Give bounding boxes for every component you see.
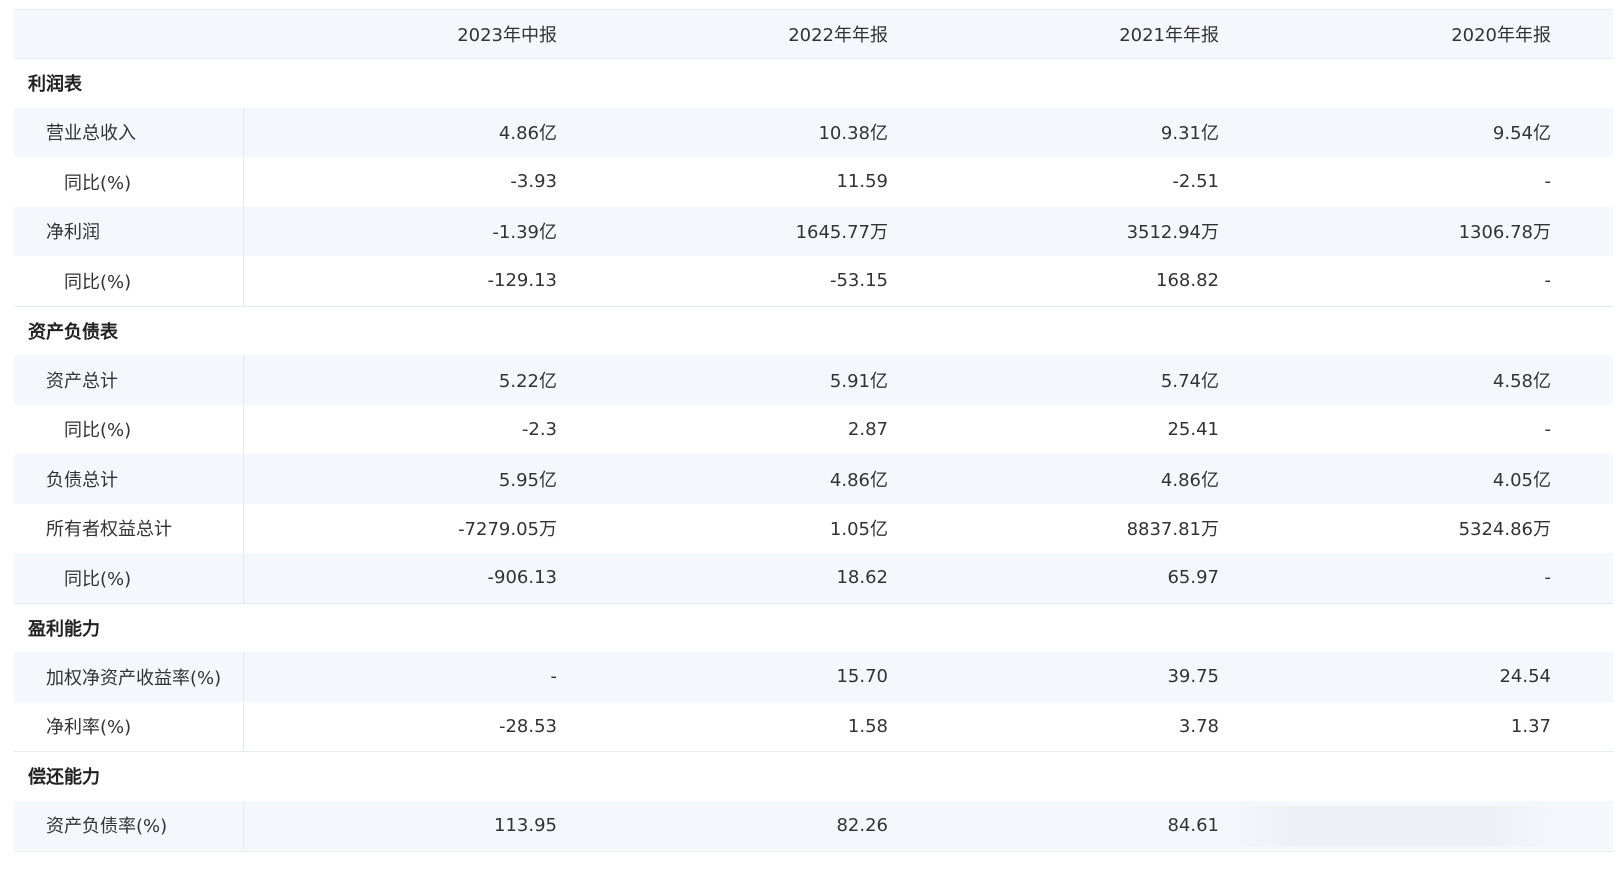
column-header: 2021年年报: [1119, 25, 1219, 46]
value-cell: 5324.86万: [1458, 519, 1551, 541]
value-cell: -129.13: [487, 270, 557, 292]
section-title: 盈利能力: [28, 618, 100, 640]
section-title: 偿还能力: [28, 767, 100, 789]
value-cell: 65.97: [1167, 567, 1219, 589]
table-row: 营业总收入 4.86亿 10.38亿 9.31亿 9.54亿: [14, 107, 1613, 157]
section-header-row: 盈利能力: [14, 602, 1613, 652]
section-title: 利润表: [28, 74, 82, 96]
header-label-cell: [14, 10, 244, 58]
value-cell: 5.22亿: [498, 370, 557, 392]
column-header: 2023年中报: [457, 25, 557, 46]
value-cell: 4.58亿: [1492, 370, 1551, 392]
row-label: 营业总收入: [14, 107, 244, 157]
value-cell: 10.38亿: [818, 123, 888, 145]
table-row: 同比(%) -906.13 18.62 65.97 -: [14, 553, 1613, 603]
column-header: 2022年年报: [788, 25, 888, 46]
row-label: 同比(%): [14, 404, 244, 454]
value-cell: -: [1544, 567, 1552, 589]
value-cell: 4.86亿: [1160, 469, 1219, 491]
value-cell: 9.31亿: [1160, 123, 1219, 145]
section-header-row: 偿还能力: [14, 751, 1613, 801]
row-label: 净利润: [14, 206, 244, 256]
table-row: 所有者权益总计 -7279.05万 1.05亿 8837.81万 5324.86万: [14, 503, 1613, 553]
value-cell: 39.75: [1167, 666, 1219, 688]
value-cell: 9.54亿: [1492, 123, 1551, 145]
value-cell: 5.95亿: [498, 469, 557, 491]
value-cell: 1.58: [847, 715, 888, 737]
value-cell: 25.41: [1167, 418, 1219, 440]
value-cell: 113.95: [494, 814, 557, 836]
table-row: 加权净资产收益率(%) - 15.70 39.75 24.54: [14, 652, 1613, 702]
value-cell: 84.61: [1167, 814, 1219, 836]
value-cell: -28.53: [498, 715, 557, 737]
row-label: 加权净资产收益率(%): [14, 652, 244, 702]
value-cell: -: [1544, 171, 1552, 193]
section-title: 资产负债表: [28, 321, 118, 343]
section-header-row: 资产负债表: [14, 305, 1613, 355]
value-cell: 15.70: [836, 666, 888, 688]
value-cell: 3.78: [1178, 715, 1219, 737]
table-row: 同比(%) -129.13 -53.15 168.82 -: [14, 256, 1613, 306]
value-cell: 4.86亿: [829, 469, 888, 491]
value-cell: 5.91亿: [829, 370, 888, 392]
table-row: 资产总计 5.22亿 5.91亿 5.74亿 4.58亿: [14, 355, 1613, 405]
table-bottom-border: [14, 851, 1613, 852]
row-label: 负债总计: [14, 454, 244, 504]
value-cell: -53.15: [829, 270, 888, 292]
value-cell: 3512.94万: [1126, 222, 1219, 244]
section-header-row: 利润表: [14, 58, 1613, 108]
value-cell: 1306.78万: [1458, 222, 1551, 244]
value-cell: 8837.81万: [1126, 519, 1219, 541]
table-row: 负债总计 5.95亿 4.86亿 4.86亿 4.05亿: [14, 454, 1613, 504]
value-cell: 2.87: [847, 418, 888, 440]
value-cell: 1.37: [1510, 715, 1551, 737]
row-label: 同比(%): [14, 553, 244, 603]
watermark-overlay: [1227, 806, 1557, 846]
value-cell: 4.05亿: [1492, 469, 1551, 491]
value-cell: -: [1544, 270, 1552, 292]
value-cell: 5.74亿: [1160, 370, 1219, 392]
value-cell: -: [1544, 418, 1552, 440]
value-cell: 168.82: [1156, 270, 1219, 292]
financial-summary-table: 2023年中报 2022年年报 2021年年报 2020年年报 利润表营业总收入…: [14, 9, 1613, 850]
value-cell: 1.05亿: [829, 519, 888, 541]
value-cell: -2.51: [1172, 171, 1219, 193]
table-row: 同比(%) -3.93 11.59 -2.51 -: [14, 157, 1613, 207]
value-cell: 18.62: [836, 567, 888, 589]
value-cell: -906.13: [487, 567, 557, 589]
table-row: 净利润 -1.39亿 1645.77万 3512.94万 1306.78万: [14, 206, 1613, 256]
row-label: 净利率(%): [14, 701, 244, 751]
value-cell: -3.93: [510, 171, 557, 193]
value-cell: -2.3: [521, 418, 557, 440]
value-cell: 24.54: [1499, 666, 1551, 688]
row-label: 资产负债率(%): [14, 800, 244, 850]
value-cell: 82.26: [836, 814, 888, 836]
value-cell: -7279.05万: [458, 519, 557, 541]
value-cell: 11.59: [836, 171, 888, 193]
column-header: 2020年年报: [1451, 25, 1551, 46]
row-label: 同比(%): [14, 256, 244, 306]
table-row: 同比(%) -2.3 2.87 25.41 -: [14, 404, 1613, 454]
row-label: 所有者权益总计: [14, 503, 244, 553]
row-label: 资产总计: [14, 355, 244, 405]
value-cell: 1645.77万: [795, 222, 888, 244]
value-cell: -1.39亿: [492, 222, 557, 244]
table-header-row: 2023年中报 2022年年报 2021年年报 2020年年报: [14, 10, 1613, 58]
value-cell: 4.86亿: [498, 123, 557, 145]
table-row: 净利率(%) -28.53 1.58 3.78 1.37: [14, 701, 1613, 751]
value-cell: -: [550, 666, 558, 688]
row-label: 同比(%): [14, 157, 244, 207]
